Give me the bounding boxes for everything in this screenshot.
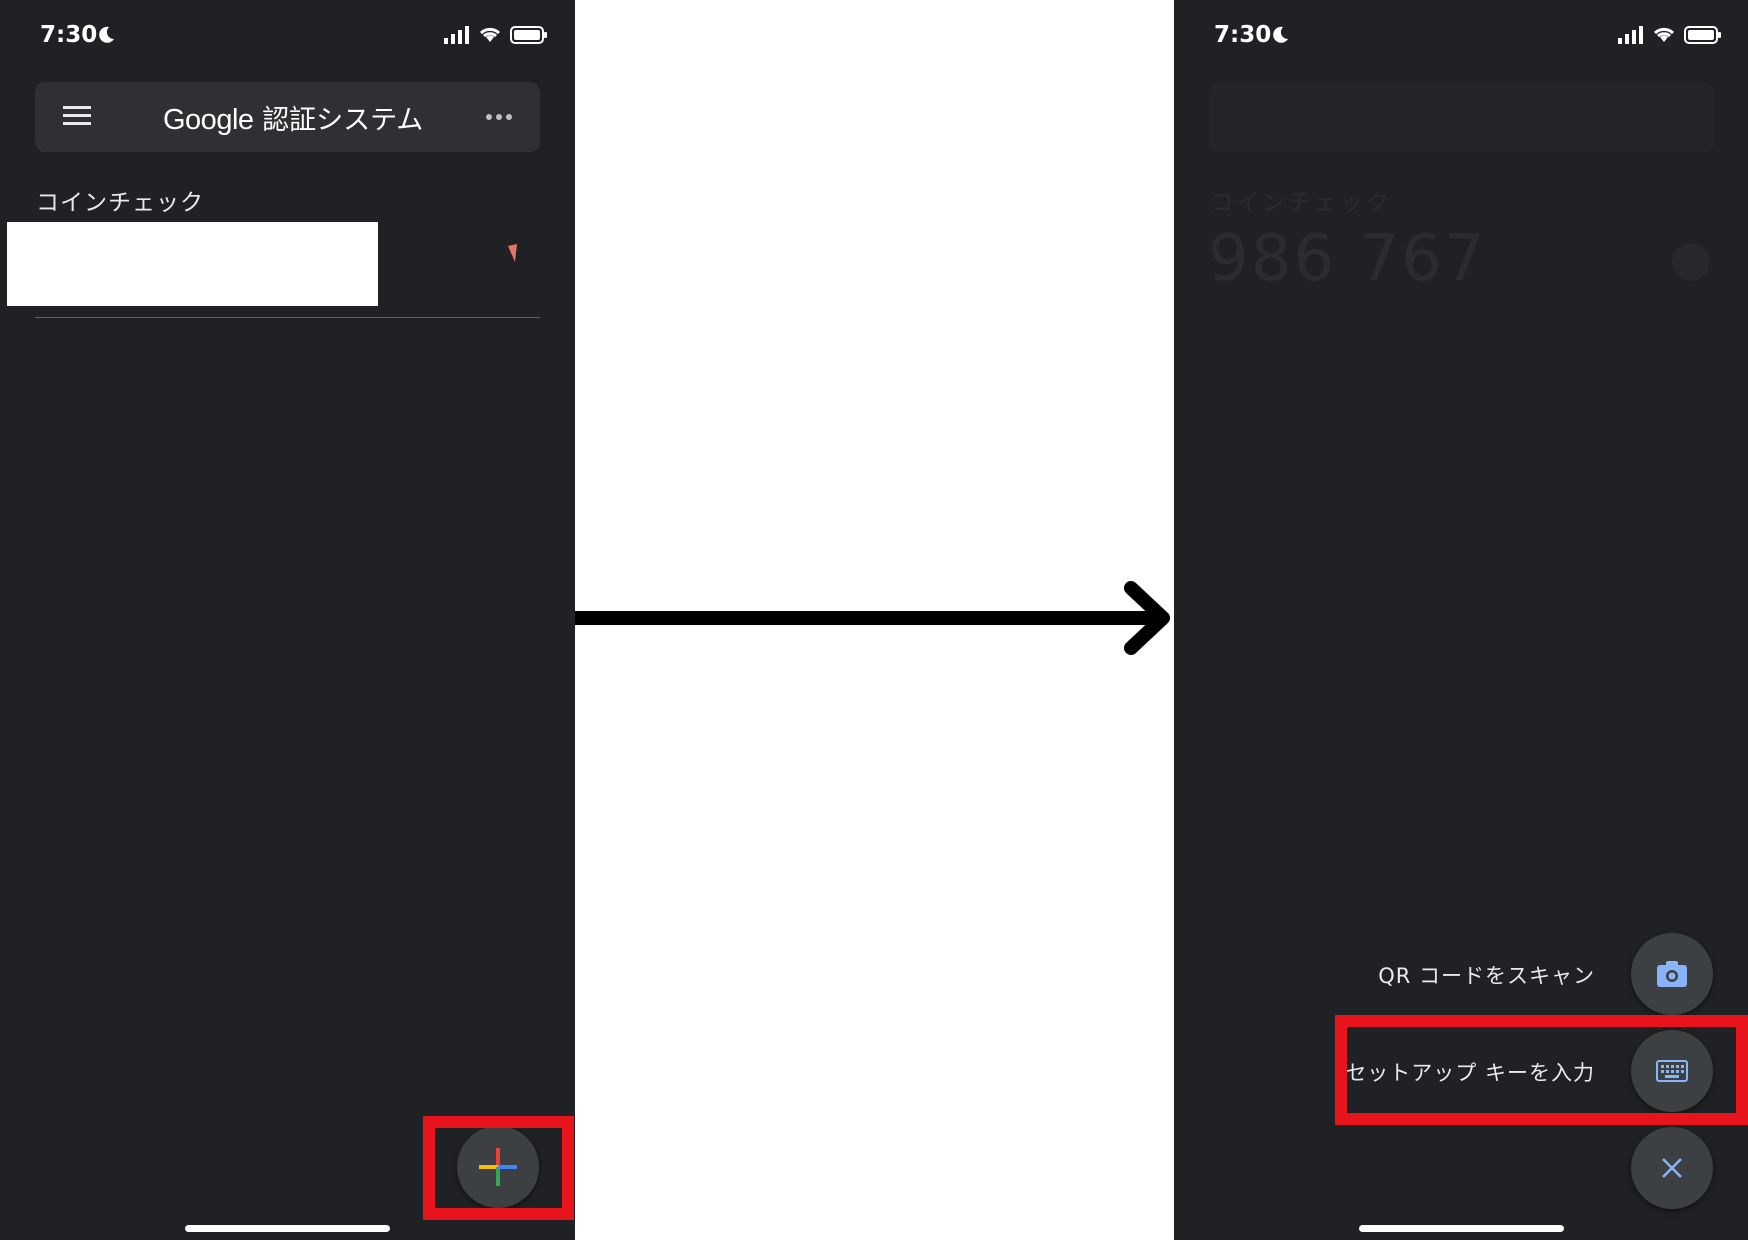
scan-qr-button[interactable] [1631,933,1713,1015]
battery-icon [1684,26,1721,44]
dimmed-app-bar [1209,82,1714,152]
battery-icon [510,26,547,44]
scan-qr-label[interactable]: QR コードをスキャン [1378,960,1595,990]
home-indicator [1359,1225,1564,1232]
account-name: コインチェック [36,190,204,216]
arrow-icon [575,581,1170,655]
enter-key-highlight [1335,1015,1748,1125]
dimmed-account-name: コインチェック [1210,190,1392,216]
wifi-icon [479,27,501,42]
app-bar: Google 認証システム [35,82,540,152]
app-title: Google 認証システム [163,98,423,137]
redacted-code-mask [7,222,378,306]
list-divider [35,317,540,318]
app-title-suffix: 認証システム [262,105,424,136]
close-icon [1662,1158,1682,1178]
status-time: 7:30 [40,22,98,48]
camera-icon [1657,961,1687,987]
add-button-highlight [423,1116,574,1220]
home-indicator [185,1225,390,1232]
moon-icon [1273,26,1288,43]
menu-icon[interactable] [63,104,93,128]
signal-icon [1618,26,1643,44]
timer-icon [1672,243,1710,281]
wifi-icon [1653,27,1675,42]
right-phone-screen: 7:30 コインチェック 986 767 QR コードをスキャン セットアップ … [1174,0,1748,1240]
dimmed-account-code: 986 767 [1208,222,1487,296]
status-time: 7:30 [1214,22,1272,48]
signal-icon [444,26,469,44]
close-menu-button[interactable] [1631,1127,1713,1209]
more-icon[interactable] [485,113,513,121]
app-title-brand: Google [163,104,254,136]
left-phone-screen: 7:30 Google 認証システム コインチェック [0,0,575,1240]
timer-icon [508,244,517,262]
moon-icon [99,26,114,43]
